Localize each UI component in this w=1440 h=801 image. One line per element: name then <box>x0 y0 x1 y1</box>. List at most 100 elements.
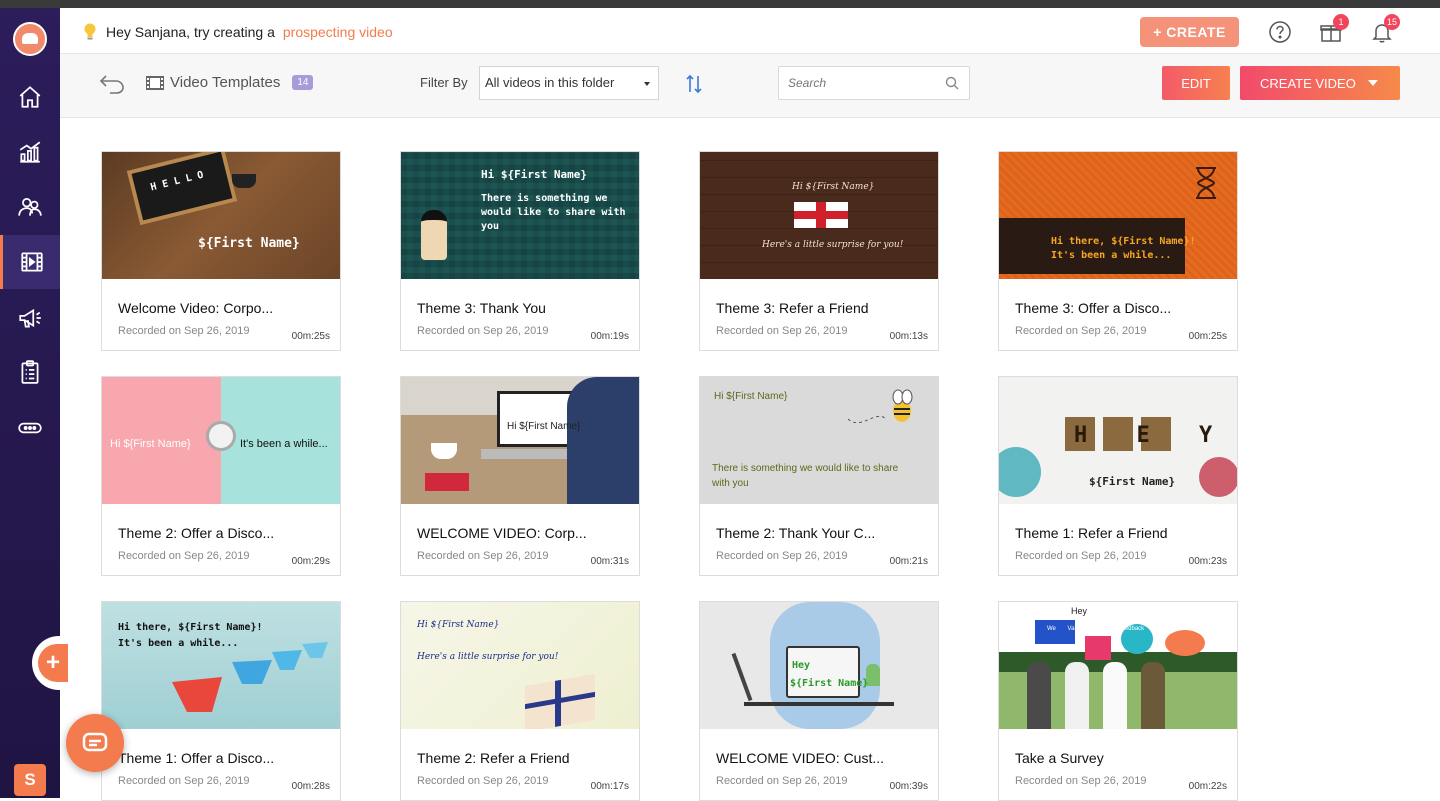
gift-button[interactable]: 1 <box>1319 14 1349 44</box>
card-thumbnail[interactable]: Hi ${First Name} Here's a little surpris… <box>700 152 938 279</box>
template-card[interactable]: Hey ${First Name} WELCOME VIDEO: Cust...… <box>699 601 939 801</box>
red-book <box>425 473 469 491</box>
chat-icon <box>82 732 108 752</box>
card-date: Recorded on Sep 26, 2019 <box>417 550 549 562</box>
back-icon[interactable] <box>98 72 126 94</box>
card-duration: 00m:23s <box>1188 556 1227 567</box>
thumb-subtext: There is something we would like to shar… <box>481 193 626 232</box>
card-title[interactable]: Theme 3: Offer a Disco... <box>1015 300 1171 316</box>
card-duration: 00m:19s <box>590 331 629 342</box>
template-card[interactable]: Hi there, ${First Name}! It's been a whi… <box>998 151 1238 351</box>
thumb-subtext: Here's a little surprise for you! <box>762 240 904 250</box>
video-icon <box>146 75 164 90</box>
card-thumbnail[interactable]: Hi there, ${First Name}! It's been a whi… <box>999 152 1237 279</box>
page-title-text: Video Templates <box>170 74 281 91</box>
more-icon <box>18 422 42 434</box>
notifications-badge: 15 <box>1383 14 1400 30</box>
search-input[interactable] <box>779 67 929 99</box>
paper-boats <box>172 642 328 712</box>
create-button[interactable]: + CREATE <box>1140 17 1239 47</box>
card-thumbnail[interactable]: Hi there, ${First Name}! It's been a whi… <box>102 602 340 729</box>
filter-label: Filter By <box>420 75 468 90</box>
card-title[interactable]: Welcome Video: Corpo... <box>118 300 273 316</box>
avatar-illustration <box>421 210 447 260</box>
card-title[interactable]: Take a Survey <box>1015 750 1104 766</box>
create-video-label: CREATE VIDEO <box>1260 75 1356 91</box>
sidebar-item-contacts[interactable] <box>0 180 60 234</box>
card-thumbnail[interactable]: Hi ${First Name} There is something we w… <box>401 152 639 279</box>
search-icon[interactable] <box>945 76 959 90</box>
template-card[interactable]: H E Y ${First Name} Theme 1: Refer a Fri… <box>998 376 1238 576</box>
template-card[interactable]: Hi ${First Name} There is something we w… <box>400 151 640 351</box>
film-icon <box>20 252 43 272</box>
clipboard-icon <box>21 360 39 384</box>
card-thumbnail[interactable]: H E L L O ${First Name} <box>102 152 340 279</box>
sign-we <box>1035 620 1075 644</box>
card-duration: 00m:28s <box>291 781 330 792</box>
card-thumbnail[interactable]: Hi ${First Name} Here's a little surpris… <box>401 602 639 729</box>
card-title[interactable]: Theme 1: Refer a Friend <box>1015 525 1168 541</box>
card-thumbnail[interactable]: Hi ${First Name} There is something we w… <box>700 377 938 504</box>
sidebar-item-home[interactable] <box>0 70 60 124</box>
thumb-text: Hi ${First Name} <box>481 168 587 181</box>
sort-icon[interactable] <box>684 72 704 96</box>
chat-widget-button[interactable] <box>66 714 124 772</box>
card-date: Recorded on Sep 26, 2019 <box>118 550 250 562</box>
template-card[interactable]: Hi there, ${First Name}! It's been a whi… <box>101 601 341 801</box>
brand-logo[interactable] <box>13 22 47 56</box>
hint-link[interactable]: prospecting video <box>283 24 393 40</box>
template-card[interactable]: Hi ${First Name} Here's a little surpris… <box>400 601 640 801</box>
coffee-cup <box>232 174 256 188</box>
sidebar-item-tasks[interactable] <box>0 345 60 399</box>
create-video-button[interactable]: CREATE VIDEO <box>1240 66 1400 100</box>
card-duration: 00m:39s <box>889 781 928 792</box>
card-title[interactable]: Theme 2: Offer a Disco... <box>118 525 274 541</box>
flowers <box>1199 457 1237 497</box>
user-avatar[interactable]: S <box>14 764 46 796</box>
thumb-subtext: There is something we would like to shar… <box>712 463 899 489</box>
sidebar-item-campaigns[interactable] <box>0 291 60 345</box>
laptop-screen <box>786 646 860 698</box>
card-title[interactable]: WELCOME VIDEO: Cust... <box>716 750 884 766</box>
card-title[interactable]: WELCOME VIDEO: Corp... <box>417 525 587 541</box>
card-title[interactable]: Theme 2: Refer a Friend <box>417 750 570 766</box>
desk-lamp <box>731 652 753 702</box>
contacts-icon <box>18 198 42 216</box>
card-duration: 00m:17s <box>590 781 629 792</box>
template-card[interactable]: Hi ${First Name} There is something we w… <box>699 376 939 576</box>
search-box[interactable] <box>778 66 970 100</box>
window-top-strip <box>0 0 1440 8</box>
card-date: Recorded on Sep 26, 2019 <box>1015 325 1147 337</box>
card-thumbnail[interactable]: H E Y ${First Name} <box>999 377 1237 504</box>
card-thumbnail[interactable]: Hi ${First Name} It's been a while... <box>102 377 340 504</box>
template-card[interactable]: Hi ${First Name} It's been a while... Th… <box>101 376 341 576</box>
card-thumbnail[interactable]: Hey ${First Name} <box>700 602 938 729</box>
card-duration: 00m:29s <box>291 556 330 567</box>
template-card[interactable]: Hi ${First Name} WELCOME VIDEO: Corp... … <box>400 376 640 576</box>
edit-button[interactable]: EDIT <box>1162 66 1230 100</box>
template-card[interactable]: Hey We Value Your Feedback Take a Survey… <box>998 601 1238 801</box>
template-card[interactable]: Hi ${First Name} Here's a little surpris… <box>699 151 939 351</box>
card-title[interactable]: Theme 3: Thank You <box>417 300 546 316</box>
thumb-subtext: It's been a while... <box>1051 250 1172 261</box>
card-title[interactable]: Theme 3: Refer a Friend <box>716 300 869 316</box>
sidebar-item-more[interactable] <box>0 401 60 455</box>
template-grid: H E L L O ${First Name} Welcome Video: C… <box>101 151 1238 801</box>
caret-down-icon <box>644 82 650 86</box>
card-title[interactable]: Theme 2: Thank Your C... <box>716 525 875 541</box>
filter-select[interactable]: All videos in this folder <box>479 66 659 100</box>
template-count-badge: 14 <box>292 75 314 90</box>
sidebar-item-analytics[interactable] <box>0 125 60 179</box>
sidebar-item-videos[interactable] <box>0 235 60 289</box>
thumb-subtext: Here's a little surprise for you! <box>417 652 559 662</box>
notifications-button[interactable]: 15 <box>1370 14 1400 44</box>
caret-down-icon[interactable] <box>1368 80 1378 86</box>
help-button[interactable] <box>1268 20 1292 44</box>
card-thumbnail[interactable]: Hey We Value Your Feedback <box>999 602 1237 729</box>
card-thumbnail[interactable]: Hi ${First Name} <box>401 377 639 504</box>
laptop-base <box>744 702 894 706</box>
card-title[interactable]: Theme 1: Offer a Disco... <box>118 750 274 766</box>
plate <box>999 447 1041 497</box>
quick-add-button[interactable]: + <box>38 644 68 682</box>
template-card[interactable]: H E L L O ${First Name} Welcome Video: C… <box>101 151 341 351</box>
